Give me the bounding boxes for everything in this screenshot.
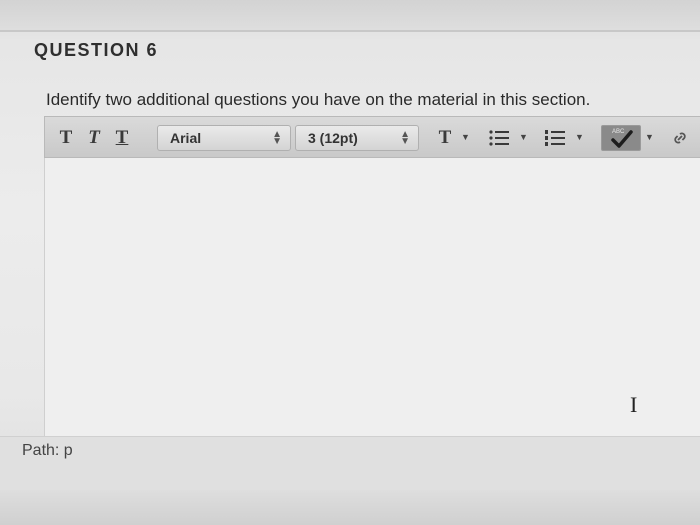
path-bar: [0, 436, 700, 491]
text-cursor-icon: I: [630, 392, 638, 417]
top-divider: [0, 30, 700, 32]
select-arrows-icon: ▲ ▼: [272, 129, 282, 147]
chevron-down-icon[interactable]: ▼: [575, 132, 584, 142]
chevron-down-icon[interactable]: ▼: [519, 132, 528, 142]
bullet-list-icon: [489, 130, 509, 146]
bullet-list-button[interactable]: [485, 125, 513, 151]
page-background: QUESTION 6 Identify two additional quest…: [0, 0, 700, 525]
select-arrows-icon: ▲ ▼: [400, 129, 410, 147]
spellcheck-icon: ABC: [611, 129, 633, 148]
numbered-list-button[interactable]: [541, 125, 569, 151]
insert-link-button[interactable]: [667, 125, 693, 151]
question-prompt: Identify two additional questions you ha…: [46, 90, 591, 109]
underline-button[interactable]: T: [111, 125, 133, 151]
question-title: QUESTION 6: [34, 40, 159, 60]
bottom-band: [0, 490, 700, 525]
chevron-down-icon[interactable]: ▼: [645, 132, 654, 142]
answer-editor-area[interactable]: [44, 158, 700, 442]
text-color-button[interactable]: T: [433, 125, 457, 151]
font-size-value: 3 (12pt): [308, 130, 358, 146]
spellcheck-button[interactable]: ABC: [601, 125, 641, 151]
font-size-select[interactable]: 3 (12pt) ▲ ▼: [295, 125, 419, 151]
path-indicator: Path: p: [22, 442, 73, 459]
bold-button[interactable]: T: [55, 125, 77, 151]
top-band: [0, 0, 700, 30]
font-family-select[interactable]: Arial ▲ ▼: [157, 125, 291, 151]
numbered-list-icon: [545, 130, 565, 146]
font-family-value: Arial: [170, 130, 202, 146]
spellcheck-badge: ABC: [612, 129, 625, 135]
editor-toolbar: T T T Arial ▲ ▼ 3 (12pt) ▲ ▼ T ▼ ▼ ▼ ABC…: [44, 116, 700, 158]
italic-button[interactable]: T: [83, 125, 105, 151]
chevron-down-icon[interactable]: ▼: [461, 132, 470, 142]
link-icon: [674, 132, 686, 144]
